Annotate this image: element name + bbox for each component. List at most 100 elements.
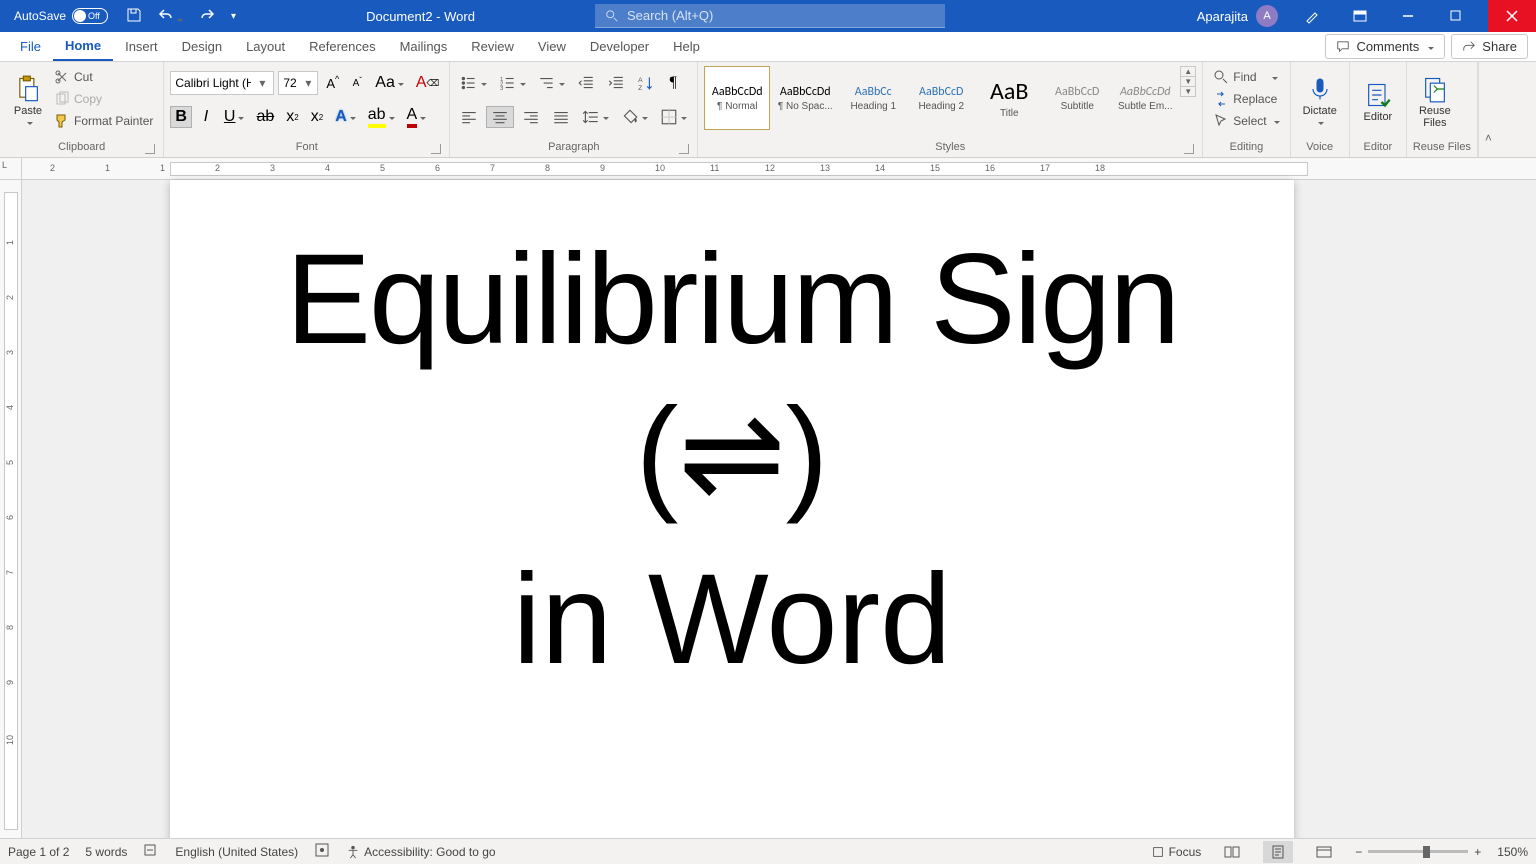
- maximize-button[interactable]: [1436, 0, 1476, 32]
- style---no-spac---[interactable]: AaBbCcDd¶ No Spac...: [772, 66, 838, 130]
- font-size-input[interactable]: ▾: [278, 71, 318, 95]
- bold-button[interactable]: B: [170, 106, 192, 128]
- qat-more-icon[interactable]: ▾: [231, 11, 236, 22]
- subscript-button[interactable]: x2: [282, 106, 302, 128]
- style-subtle-em---[interactable]: AaBbCcDdSubtle Em...: [1112, 66, 1178, 130]
- clear-formatting-button[interactable]: A⌫: [412, 72, 443, 94]
- status-words[interactable]: 5 words: [85, 845, 127, 859]
- web-layout-button[interactable]: [1309, 841, 1339, 863]
- show-marks-button[interactable]: ¶: [663, 72, 683, 94]
- editor-button[interactable]: Editor: [1356, 66, 1400, 138]
- replace-button[interactable]: Replace: [1209, 88, 1281, 110]
- styles-dialog-launcher[interactable]: [1184, 144, 1194, 154]
- justify-button[interactable]: [548, 106, 574, 128]
- paste-button[interactable]: Paste: [6, 66, 50, 138]
- tab-home[interactable]: Home: [53, 32, 113, 61]
- style-heading-2[interactable]: AaBbCcDHeading 2: [908, 66, 974, 130]
- align-left-button[interactable]: [456, 106, 482, 128]
- styles-scroll-up[interactable]: ▲: [1181, 67, 1195, 77]
- increase-indent-button[interactable]: [603, 72, 629, 94]
- ruler-corner[interactable]: L: [0, 158, 22, 180]
- zoom-slider[interactable]: − +: [1355, 845, 1481, 859]
- tab-developer[interactable]: Developer: [578, 33, 661, 60]
- highlight-button[interactable]: ab: [364, 106, 399, 128]
- underline-button[interactable]: U: [220, 106, 249, 128]
- multilevel-list-button[interactable]: [534, 72, 569, 94]
- share-button[interactable]: Share: [1451, 34, 1528, 59]
- minimize-button[interactable]: [1388, 0, 1428, 32]
- print-layout-button[interactable]: [1263, 841, 1293, 863]
- share-icon: [1462, 40, 1476, 54]
- superscript-button[interactable]: x2: [307, 106, 327, 128]
- style-subtitle[interactable]: AaBbCcDSubtitle: [1044, 66, 1110, 130]
- bullets-button[interactable]: [456, 72, 491, 94]
- status-spellcheck-icon[interactable]: [143, 842, 159, 861]
- tab-file[interactable]: File: [8, 33, 53, 60]
- dictate-button[interactable]: Dictate: [1297, 66, 1343, 138]
- font-color-button[interactable]: A: [403, 106, 431, 128]
- find-button[interactable]: Find: [1209, 66, 1281, 88]
- format-painter-button[interactable]: Format Painter: [50, 110, 157, 132]
- tab-design[interactable]: Design: [170, 33, 234, 60]
- zoom-in-button[interactable]: +: [1474, 845, 1481, 859]
- status-language[interactable]: English (United States): [175, 845, 298, 859]
- zoom-out-button[interactable]: −: [1355, 845, 1362, 859]
- sort-button[interactable]: AZ: [633, 72, 659, 94]
- align-right-button[interactable]: [518, 106, 544, 128]
- page[interactable]: Equilibrium Sign (⇌) in Word: [170, 180, 1294, 838]
- read-mode-button[interactable]: [1217, 841, 1247, 863]
- grow-font-button[interactable]: A^: [322, 72, 343, 94]
- copy-button[interactable]: Copy: [50, 88, 157, 110]
- styles-gallery[interactable]: AaBbCcDd¶ NormalAaBbCcDd¶ No Spac...AaBb…: [704, 66, 1178, 130]
- status-macro-icon[interactable]: [314, 842, 330, 861]
- change-case-button[interactable]: Aa: [371, 72, 408, 94]
- vertical-ruler[interactable]: 12345678910: [0, 180, 22, 838]
- collapse-ribbon-button[interactable]: ˄: [1478, 62, 1498, 157]
- autosave-toggle[interactable]: AutoSave Off: [0, 8, 116, 24]
- tab-mailings[interactable]: Mailings: [388, 33, 460, 60]
- undo-icon[interactable]: [158, 7, 183, 26]
- cut-button[interactable]: Cut: [50, 66, 157, 88]
- shading-button[interactable]: [617, 106, 652, 128]
- decrease-indent-button[interactable]: [573, 72, 599, 94]
- style---normal[interactable]: AaBbCcDd¶ Normal: [704, 66, 770, 130]
- tab-view[interactable]: View: [526, 33, 578, 60]
- zoom-level[interactable]: 150%: [1497, 845, 1528, 859]
- tab-references[interactable]: References: [297, 33, 387, 60]
- font-name-input[interactable]: ▾: [170, 71, 274, 95]
- horizontal-ruler[interactable]: 21123456789101112131415161718: [22, 158, 1536, 180]
- save-icon[interactable]: [126, 7, 142, 26]
- italic-button[interactable]: I: [196, 106, 216, 128]
- redo-icon[interactable]: [199, 7, 215, 26]
- coming-soon-icon[interactable]: [1292, 0, 1332, 32]
- numbering-button[interactable]: 123: [495, 72, 530, 94]
- tab-review[interactable]: Review: [459, 33, 526, 60]
- close-button[interactable]: [1488, 0, 1536, 32]
- reuse-files-button[interactable]: Reuse Files: [1413, 66, 1457, 138]
- ribbon-display-icon[interactable]: [1340, 0, 1380, 32]
- account-button[interactable]: Aparajita A: [1197, 5, 1284, 27]
- comments-button[interactable]: Comments: [1325, 34, 1445, 59]
- tab-layout[interactable]: Layout: [234, 33, 297, 60]
- tab-insert[interactable]: Insert: [113, 33, 170, 60]
- style-title[interactable]: AaBTitle: [976, 66, 1042, 130]
- svg-text:A: A: [638, 77, 643, 84]
- styles-scroll-down[interactable]: ▼: [1181, 77, 1195, 87]
- search-box[interactable]: Search (Alt+Q): [595, 4, 945, 28]
- clipboard-dialog-launcher[interactable]: [145, 144, 155, 154]
- line-spacing-button[interactable]: [578, 106, 613, 128]
- shrink-font-button[interactable]: Aˇ: [347, 72, 367, 94]
- select-button[interactable]: Select: [1209, 110, 1283, 132]
- align-center-button[interactable]: [486, 106, 514, 128]
- status-accessibility[interactable]: Accessibility: Good to go: [346, 845, 495, 859]
- font-dialog-launcher[interactable]: [431, 144, 441, 154]
- text-effects-button[interactable]: A: [331, 106, 360, 128]
- focus-mode-button[interactable]: Focus: [1151, 845, 1202, 859]
- styles-expand[interactable]: ▼: [1181, 87, 1195, 96]
- style-heading-1[interactable]: AaBbCcHeading 1: [840, 66, 906, 130]
- status-page[interactable]: Page 1 of 2: [8, 845, 69, 859]
- strikethrough-button[interactable]: ab: [252, 106, 278, 128]
- paragraph-dialog-launcher[interactable]: [679, 144, 689, 154]
- tab-help[interactable]: Help: [661, 33, 712, 60]
- borders-button[interactable]: [656, 106, 691, 128]
